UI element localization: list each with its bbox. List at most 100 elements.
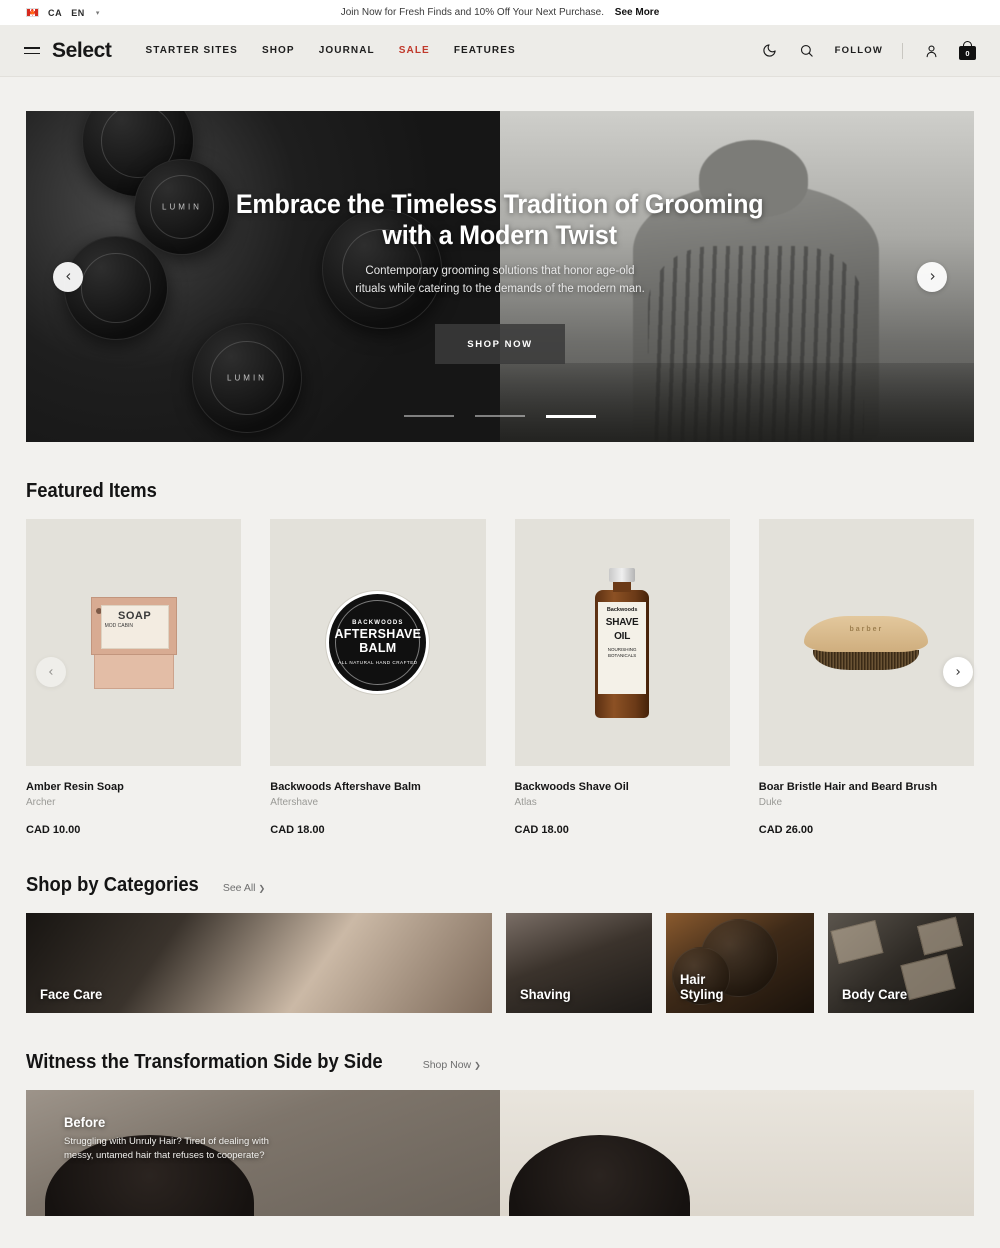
bottle-brand: Backwoods bbox=[606, 606, 638, 613]
brand-logo[interactable]: Select bbox=[52, 39, 112, 63]
hero-slide-indicators bbox=[26, 415, 974, 418]
product-vendor: Duke bbox=[758, 797, 783, 808]
brush-label: barber bbox=[849, 625, 884, 633]
category-card-shaving[interactable]: Shaving bbox=[506, 913, 652, 1013]
hero-shop-now-button[interactable]: SHOP NOW bbox=[435, 324, 565, 365]
categories-title: Shop by Categories bbox=[26, 874, 199, 896]
nav-item-starter-sites[interactable]: STARTER SITES bbox=[145, 45, 237, 56]
main-navigation: STARTER SITES SHOP JOURNAL SALE FEATURES bbox=[145, 45, 515, 56]
product-image: BACKWOODS AFTERSHAVE BALM ALL NATURAL HA… bbox=[270, 519, 486, 766]
category-label-line-1: Hair bbox=[680, 970, 706, 987]
hamburger-menu-icon[interactable] bbox=[24, 46, 40, 55]
hero-content: Embrace the Timeless Tradition of Groomi… bbox=[26, 111, 974, 442]
moon-icon[interactable] bbox=[761, 42, 779, 60]
featured-section-header: Featured Items bbox=[0, 480, 1000, 503]
transformation-before-content: Before Struggling with Unruly Hair? Tire… bbox=[64, 1114, 274, 1163]
soap-product-art: SOAP MOD CABIN bbox=[90, 596, 177, 689]
hero-slide-indicator-3[interactable] bbox=[546, 415, 596, 418]
see-all-label: See All bbox=[222, 882, 256, 894]
balm-tin-art: BACKWOODS AFTERSHAVE BALM ALL NATURAL HA… bbox=[326, 591, 430, 694]
boar-brush-art: barber bbox=[804, 615, 929, 670]
before-description: Struggling with Unruly Hair? Tired of de… bbox=[64, 1136, 269, 1162]
before-label: Before bbox=[64, 1114, 106, 1130]
product-vendor: Aftershave bbox=[270, 797, 319, 808]
category-label: Body Care bbox=[842, 986, 908, 1003]
product-name: Backwoods Shave Oil bbox=[514, 781, 629, 793]
category-card-body-care[interactable]: Body Care bbox=[828, 913, 974, 1013]
category-card-face-care[interactable]: Face Care bbox=[26, 913, 492, 1013]
tin-line-2: BALM bbox=[359, 641, 397, 656]
product-image: SOAP MOD CABIN bbox=[26, 519, 242, 766]
transformation-title: Witness the Transformation Side by Side bbox=[26, 1051, 383, 1073]
product-price: CAD 18.00 bbox=[270, 824, 325, 836]
announcement-text: Join Now for Fresh Finds and 10% Off You… bbox=[340, 7, 605, 18]
shave-oil-bottle-art: Backwoods SHAVE OIL NOURISHING BOTANICAL… bbox=[595, 567, 650, 718]
header-actions: FOLLOW 0 bbox=[761, 41, 976, 60]
category-card-hair-styling[interactable]: Hair Styling bbox=[666, 913, 814, 1013]
nav-item-journal[interactable]: JOURNAL bbox=[319, 45, 375, 56]
category-label-line-2: Styling bbox=[680, 986, 724, 1003]
transformation-after-panel[interactable] bbox=[500, 1090, 974, 1216]
shop-now-label: Shop Now bbox=[422, 1059, 472, 1071]
hero-slider: LUMIN LUMIN Embrace the Timeless Traditi… bbox=[26, 111, 974, 442]
categories-see-all-link[interactable]: See All ❯ bbox=[223, 882, 265, 894]
category-list: Face Care Shaving Hair Styling Body Care bbox=[0, 913, 1000, 1013]
bottle-line-1: SHAVE OIL bbox=[605, 617, 639, 643]
featured-title: Featured Items bbox=[26, 480, 157, 502]
hero-subtitle: Contemporary grooming solutions that hon… bbox=[355, 264, 645, 296]
product-price: CAD 10.00 bbox=[26, 824, 81, 836]
hero-title-line-2: with a Modern Twist bbox=[382, 220, 618, 251]
transformation-shop-now-link[interactable]: Shop Now ❯ bbox=[423, 1059, 481, 1071]
nav-item-features[interactable]: FEATURES bbox=[454, 45, 516, 56]
search-icon[interactable] bbox=[798, 42, 816, 60]
product-name: Amber Resin Soap bbox=[26, 781, 124, 793]
categories-section-header: Shop by Categories See All ❯ bbox=[0, 874, 1000, 897]
nav-item-shop[interactable]: SHOP bbox=[262, 45, 295, 56]
product-card[interactable]: barber Boar Bristle Hair and Beard Brush… bbox=[758, 519, 974, 836]
announcement-bar: 🍁 CA EN ▾ Join Now for Fresh Finds and 1… bbox=[0, 0, 1000, 25]
featured-carousel: SOAP MOD CABIN Amber Resin Soap Archer C… bbox=[0, 519, 1000, 836]
hero-prev-button[interactable] bbox=[53, 261, 83, 292]
product-image: Backwoods SHAVE OIL NOURISHING BOTANICAL… bbox=[514, 519, 730, 766]
product-price: CAD 18.00 bbox=[514, 824, 569, 836]
transformation-section-header: Witness the Transformation Side by Side … bbox=[0, 1051, 1000, 1074]
featured-prev-button[interactable] bbox=[36, 657, 66, 687]
product-price: CAD 26.00 bbox=[758, 824, 814, 836]
category-label: Face Care bbox=[40, 986, 103, 1003]
hero-title: Embrace the Timeless Tradition of Groomi… bbox=[236, 189, 764, 252]
category-label: Shaving bbox=[520, 986, 571, 1003]
transformation-comparison: Before Struggling with Unruly Hair? Tire… bbox=[0, 1090, 1000, 1216]
soap-art-label: SOAP bbox=[118, 609, 152, 622]
transformation-before-panel[interactable]: Before Struggling with Unruly Hair? Tire… bbox=[26, 1090, 500, 1216]
product-card[interactable]: BACKWOODS AFTERSHAVE BALM ALL NATURAL HA… bbox=[270, 519, 486, 836]
announcement-message: Join Now for Fresh Finds and 10% Off You… bbox=[0, 7, 1000, 18]
shopping-bag-icon[interactable]: 0 bbox=[959, 41, 976, 60]
decor-after-model bbox=[509, 1135, 690, 1216]
product-card[interactable]: Backwoods SHAVE OIL NOURISHING BOTANICAL… bbox=[514, 519, 730, 836]
product-name: Boar Bristle Hair and Beard Brush bbox=[758, 781, 938, 793]
chevron-right-icon: ❯ bbox=[474, 1060, 481, 1070]
product-image: barber bbox=[758, 519, 974, 766]
product-vendor: Atlas bbox=[514, 797, 537, 808]
product-vendor: Archer bbox=[26, 797, 56, 808]
category-label: Hair Styling bbox=[680, 970, 724, 1003]
tin-sub: ALL NATURAL HAND CRAFTED bbox=[338, 659, 418, 665]
see-more-link[interactable]: See More bbox=[615, 7, 659, 18]
featured-next-button[interactable] bbox=[943, 657, 973, 687]
product-name: Backwoods Aftershave Balm bbox=[270, 781, 421, 793]
header-divider bbox=[902, 42, 903, 59]
hero-title-line-1: Embrace the Timeless Tradition of Groomi… bbox=[236, 188, 764, 219]
nav-item-sale[interactable]: SALE bbox=[399, 45, 430, 56]
product-list: SOAP MOD CABIN Amber Resin Soap Archer C… bbox=[26, 519, 974, 836]
tin-brand: BACKWOODS bbox=[352, 620, 404, 627]
user-account-icon[interactable] bbox=[922, 42, 940, 60]
hero-slide-indicator-1[interactable] bbox=[404, 415, 454, 417]
soap-art-sub: MOD CABIN bbox=[104, 622, 133, 629]
tin-line-1: AFTERSHAVE bbox=[334, 627, 422, 642]
cart-count-badge: 0 bbox=[965, 48, 970, 58]
chevron-right-icon: ❯ bbox=[258, 883, 266, 893]
hero-slide-indicator-2[interactable] bbox=[475, 415, 525, 417]
bottle-sub: NOURISHING BOTANICALS bbox=[607, 647, 637, 659]
hero-next-button[interactable] bbox=[917, 261, 947, 292]
follow-button[interactable]: FOLLOW bbox=[835, 45, 883, 56]
